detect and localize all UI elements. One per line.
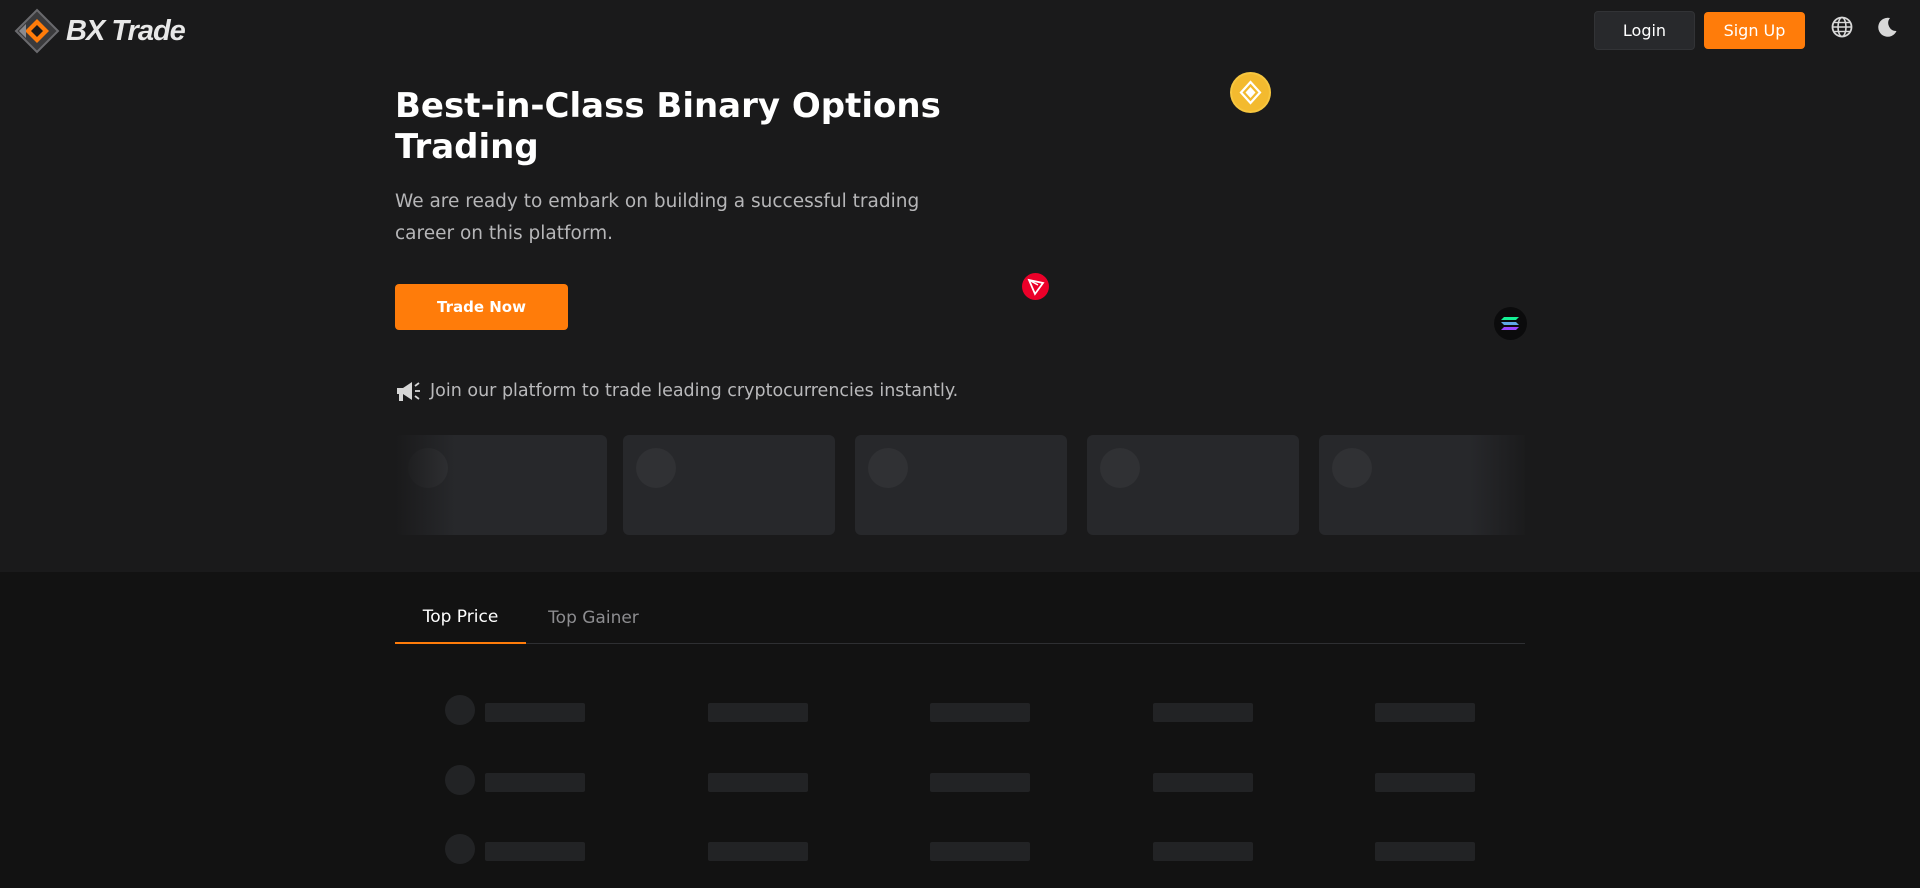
brand-name: BX Trade (66, 14, 186, 47)
bnb-coin-icon (1232, 74, 1269, 111)
cell-placeholder (485, 703, 585, 722)
cell-placeholder (708, 773, 808, 792)
brand-logo[interactable]: BX Trade (14, 8, 186, 54)
market-card-placeholder[interactable] (1087, 435, 1299, 535)
market-cards-carousel[interactable] (395, 435, 1525, 535)
cell-placeholder (708, 842, 808, 861)
hero-subtitle: We are ready to embark on building a suc… (395, 191, 920, 244)
top-navigation: BX Trade Login Sign Up (0, 0, 1920, 62)
cell-placeholder (930, 842, 1030, 861)
cell-placeholder (485, 773, 585, 792)
tab-top-gainer[interactable]: Top Gainer (526, 592, 661, 644)
cell-placeholder (1375, 703, 1475, 722)
market-tabs: Top Price Top Gainer (395, 592, 1525, 644)
cell-placeholder (1375, 842, 1475, 861)
market-card-placeholder[interactable] (623, 435, 835, 535)
coin-avatar-placeholder (445, 834, 475, 864)
coin-avatar-placeholder (1332, 448, 1372, 488)
signup-button[interactable]: Sign Up (1704, 12, 1805, 49)
logo-mark-icon (14, 8, 60, 54)
login-button[interactable]: Login (1594, 11, 1695, 50)
solana-coin-icon (1494, 307, 1527, 340)
carousel-fade-left (395, 430, 455, 540)
cell-placeholder (1153, 842, 1253, 861)
trade-now-button[interactable]: Trade Now (395, 284, 568, 330)
cell-placeholder (1153, 773, 1253, 792)
coin-avatar-placeholder (868, 448, 908, 488)
globe-icon[interactable] (1831, 16, 1853, 38)
carousel-fade-right (1470, 430, 1530, 540)
cell-placeholder (1153, 703, 1253, 722)
market-card-placeholder[interactable] (855, 435, 1067, 535)
cell-placeholder (1375, 773, 1475, 792)
announcement-bar: Join our platform to trade leading crypt… (394, 376, 958, 406)
coin-avatar-placeholder (445, 765, 475, 795)
coin-avatar-placeholder (636, 448, 676, 488)
cell-placeholder (708, 703, 808, 722)
tron-coin-icon (1022, 273, 1049, 300)
hero-title: Best-in-Class Binary Options Trading (395, 86, 941, 167)
cell-placeholder (930, 703, 1030, 722)
megaphone-icon (394, 377, 422, 405)
coin-avatar-placeholder (445, 695, 475, 725)
tab-top-price[interactable]: Top Price (395, 592, 526, 644)
coin-avatar-placeholder (1100, 448, 1140, 488)
cell-placeholder (930, 773, 1030, 792)
cell-placeholder (485, 842, 585, 861)
announcement-text: Join our platform to trade leading crypt… (430, 381, 959, 401)
moon-icon[interactable] (1876, 16, 1898, 38)
